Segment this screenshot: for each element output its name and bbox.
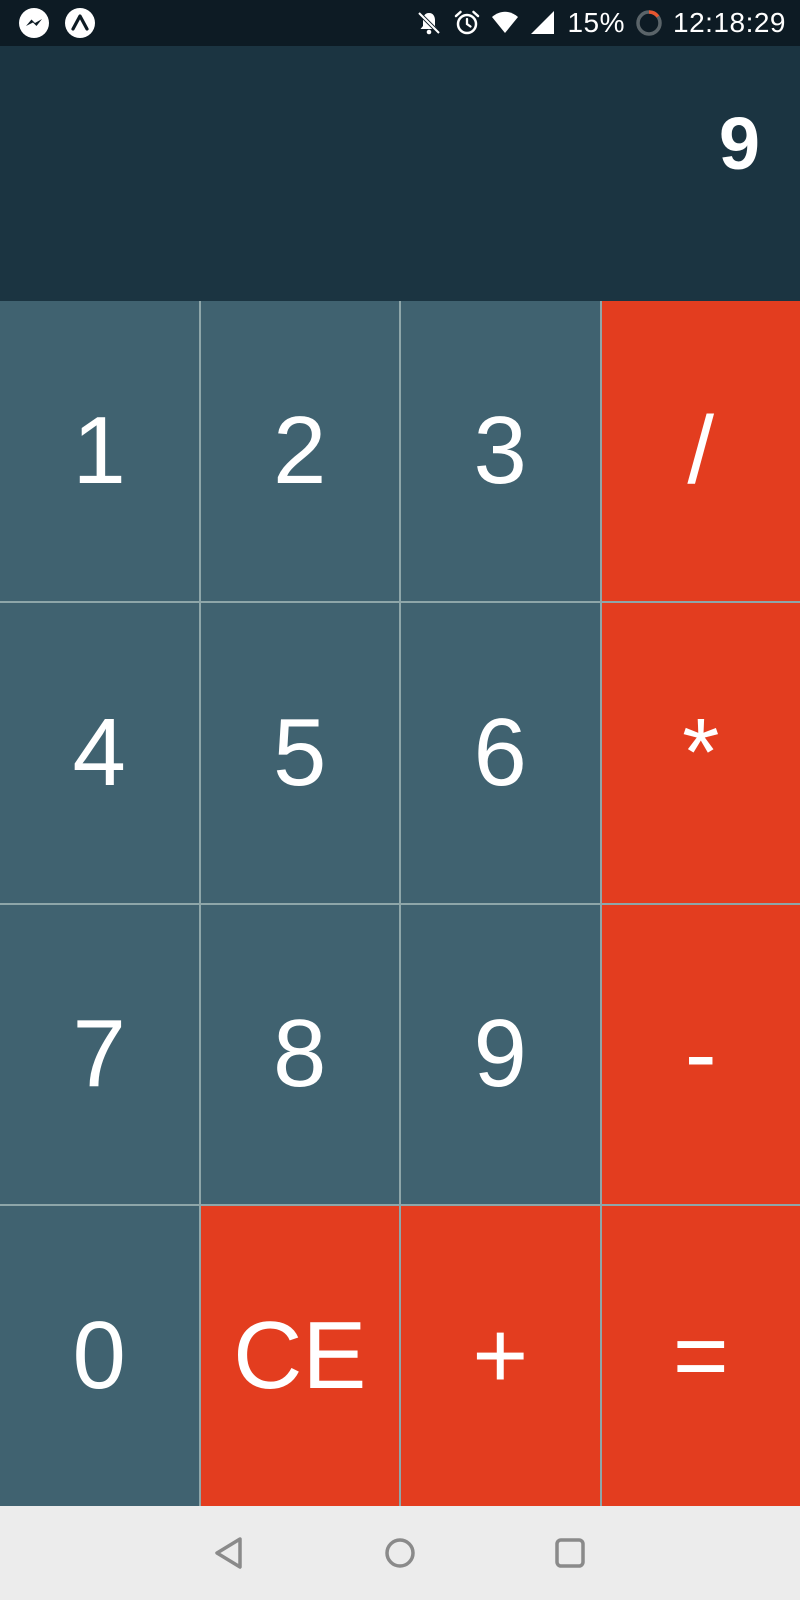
display-value: 9 [718,102,760,185]
navigation-bar [0,1506,800,1600]
signal-icon [531,11,555,34]
key-0[interactable]: 0 [0,1206,199,1506]
key-5[interactable]: 5 [200,602,399,903]
key-divide[interactable]: / [601,301,800,601]
notification-icons [18,7,96,39]
calculator-display: 9 [0,46,800,301]
clock: 12:18:29 [673,7,786,38]
key-1[interactable]: 1 [0,301,199,601]
key-8[interactable]: 8 [200,904,399,1205]
wifi-icon [492,11,519,33]
home-icon[interactable] [378,1531,422,1575]
key-6[interactable]: 6 [401,602,600,903]
expo-icon [65,8,95,38]
keypad: 1 2 3 / 4 5 6 * 7 8 9 - 0 CE + = [0,301,800,1506]
key-9[interactable]: 9 [401,904,600,1205]
key-multiply[interactable]: * [601,602,800,903]
key-4[interactable]: 4 [0,602,199,903]
bell-off-icon [418,11,441,35]
key-add[interactable]: + [401,1206,600,1506]
system-indicators: 15% 12:18:29 [415,0,786,46]
back-icon[interactable] [208,1531,252,1575]
battery-ring-icon [636,10,662,36]
key-2[interactable]: 2 [200,301,399,601]
messenger-icon [19,8,49,38]
status-bar: 15% 12:18:29 [0,0,800,46]
recents-icon[interactable] [548,1531,592,1575]
key-3[interactable]: 3 [401,301,600,601]
key-7[interactable]: 7 [0,904,199,1205]
battery-percent: 15% [567,7,625,38]
key-equals[interactable]: = [601,1206,800,1506]
key-clear-entry[interactable]: CE [200,1206,399,1506]
alarm-icon [455,10,480,35]
key-subtract[interactable]: - [601,904,800,1205]
